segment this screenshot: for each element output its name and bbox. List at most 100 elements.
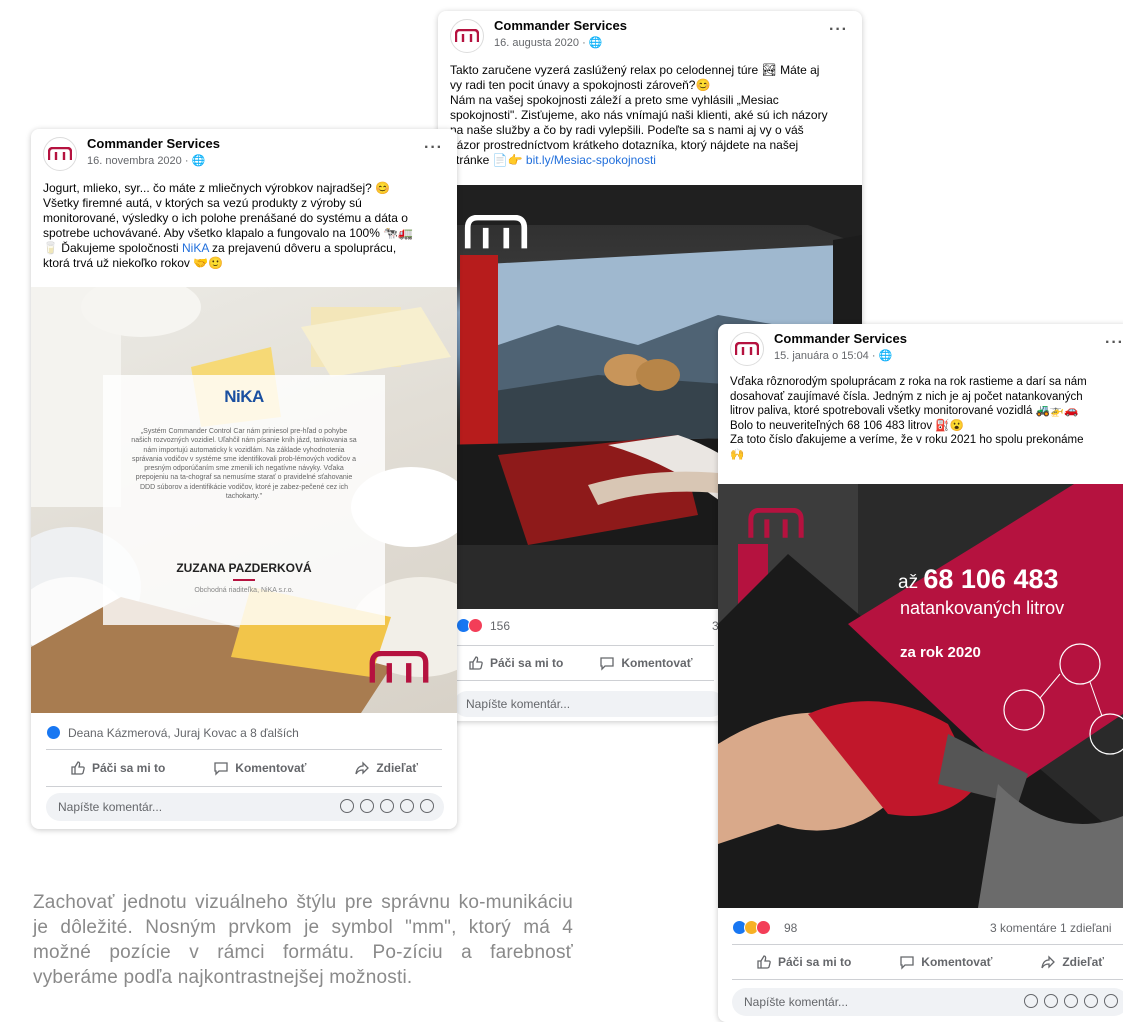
like-button[interactable]: Páči sa mi to xyxy=(756,954,851,970)
avatar-sticker-icon[interactable] xyxy=(420,799,434,813)
more-options-icon[interactable]: ··· xyxy=(1105,334,1123,352)
post-date[interactable]: 16. novembra 2020 · 🌐 xyxy=(87,154,205,167)
comment-label: Komentovať xyxy=(235,761,307,775)
emoji-icon[interactable] xyxy=(360,799,374,813)
page-avatar[interactable] xyxy=(43,137,77,171)
like-button[interactable]: Páči sa mi to xyxy=(70,760,165,776)
camera-icon[interactable] xyxy=(1064,994,1078,1008)
mm-logo-icon xyxy=(455,29,479,42)
testimonial-overlay: NiKA „Systém Commander Control Car nám p… xyxy=(103,375,385,625)
text-line: Bolo to neuveriteľných 68 106 483 litrov… xyxy=(730,419,965,432)
comment-button[interactable]: Komentovať xyxy=(599,655,692,671)
text-line: monitorované, výsledky o ich polohe pren… xyxy=(43,211,408,225)
text-line: na naše služby a čo by radi vylepšili. P… xyxy=(450,123,804,137)
globe-icon: 🌐 xyxy=(191,155,206,167)
sticker-icon[interactable] xyxy=(1024,994,1038,1008)
share-icon xyxy=(1041,955,1056,969)
text-line: Všetky firemné autá, v ktorých sa vezú p… xyxy=(43,196,362,210)
testimonial-role: Obchodná riaditeľka, NiKA s.r.o. xyxy=(194,587,294,594)
comment-placeholder: Napíšte komentár... xyxy=(466,697,571,711)
reactions-bar[interactable]: 98 3 komentáre 1 zdieľani xyxy=(718,914,1123,942)
post-photo[interactable]: NiKA „Systém Commander Control Car nám p… xyxy=(31,287,457,713)
text-line: Jogurt, mlieko, syr... čo máte z mliečny… xyxy=(43,181,391,195)
text-line: vy radi ten pocit únavy a spokojnosti zá… xyxy=(450,78,711,92)
comment-button[interactable]: Komentovať xyxy=(899,954,992,970)
mm-watermark-icon xyxy=(369,651,429,683)
comment-placeholder: Napíšte komentár... xyxy=(744,995,849,1009)
comment-tools xyxy=(340,799,434,813)
action-bar: Páči sa mi to Komentovať Zdieľať xyxy=(46,749,442,787)
globe-icon: 🌐 xyxy=(878,350,893,362)
post-text: Takto zaručene vyzerá zaslúžený relax po… xyxy=(438,63,862,168)
name-underline xyxy=(233,579,255,581)
comment-input[interactable]: Napíšte komentár... xyxy=(454,691,724,717)
post-header: Commander Services 15. januára o 15:04 ·… xyxy=(718,324,1123,370)
gif-icon[interactable] xyxy=(1084,994,1098,1008)
reaction-icons xyxy=(456,618,483,633)
camera-icon[interactable] xyxy=(380,799,394,813)
share-label: Zdieľať xyxy=(1062,955,1105,969)
comment-placeholder: Napíšte komentár... xyxy=(58,800,163,814)
emoji-icon[interactable] xyxy=(1044,994,1058,1008)
share-button[interactable]: Zdieľať xyxy=(354,760,418,776)
reactors-names[interactable]: Deana Kázmerová, Juraj Kovac a 8 ďalších xyxy=(68,726,299,740)
love-reaction-icon xyxy=(756,920,771,935)
share-label: Zdieľať xyxy=(376,761,419,775)
like-button[interactable]: Páči sa mi to xyxy=(468,655,563,671)
post-date[interactable]: 16. augusta 2020 · 🌐 xyxy=(494,36,603,49)
mm-watermark-icon xyxy=(464,215,528,249)
share-button[interactable]: Zdieľať xyxy=(1040,954,1104,970)
comment-icon xyxy=(214,762,228,776)
action-bar: Páči sa mi to Komentovať Zdieľať xyxy=(732,944,1123,980)
nika-mention-link[interactable]: NiKA xyxy=(182,241,209,255)
text-line: Takto zaručene vyzerá zaslúžený relax po… xyxy=(450,63,820,77)
avatar-sticker-icon[interactable] xyxy=(1104,994,1118,1008)
reactions-bar[interactable]: Deana Kázmerová, Juraj Kovac a 8 ďalších xyxy=(31,719,457,747)
comment-label: Komentovať xyxy=(921,955,993,969)
comments-shares[interactable]: 3 komentáre 1 zdieľani xyxy=(990,921,1112,935)
text-line: spokojnosti". Zisťujeme, ako nás vnímajú… xyxy=(450,108,828,122)
like-label: Páči sa mi to xyxy=(490,656,564,670)
comment-button[interactable]: Komentovať xyxy=(213,760,306,776)
gif-icon[interactable] xyxy=(400,799,414,813)
post-date[interactable]: 15. januára o 15:04 · 🌐 xyxy=(774,349,892,362)
author-name[interactable]: Commander Services xyxy=(87,136,220,151)
more-options-icon[interactable]: ··· xyxy=(424,139,443,157)
post-banner[interactable]: až 68 106 483 natankovaných litrov za ro… xyxy=(718,484,1123,908)
mm-logo-icon xyxy=(735,342,759,355)
survey-link[interactable]: bit.ly/Mesiac-spokojnosti xyxy=(526,153,656,167)
post-text: Jogurt, mlieko, syr... čo máte z mliečny… xyxy=(31,181,457,271)
banner-subline: natankovaných litrov xyxy=(900,598,1065,618)
text-line: Vďaka rôznorodým spoluprácam z roka na r… xyxy=(730,376,1087,388)
reaction-icons xyxy=(46,725,61,740)
text-line: 🙌 xyxy=(730,448,745,461)
comment-input[interactable]: Napíšte komentár... xyxy=(732,988,1123,1016)
style-description: Zachovať jednotu vizuálneho štýlu pre sp… xyxy=(33,892,573,988)
comment-icon xyxy=(600,657,615,671)
globe-icon: 🌐 xyxy=(588,37,603,49)
text-line: názor prostredníctvom krátkeho dotazníka… xyxy=(450,138,799,152)
love-reaction-icon xyxy=(468,618,483,633)
reaction-count: 156 xyxy=(490,619,511,633)
post-date-text: 15. januára o 15:04 · xyxy=(774,350,879,362)
author-name[interactable]: Commander Services xyxy=(494,18,627,33)
page-avatar[interactable] xyxy=(450,19,484,53)
thumbs-up-icon xyxy=(469,656,483,670)
comment-input[interactable]: Napíšte komentár... xyxy=(46,793,444,821)
more-options-icon[interactable]: ··· xyxy=(829,21,848,39)
testimonial-name: ZUZANA PAZDERKOVÁ xyxy=(176,561,312,575)
sticker-icon[interactable] xyxy=(340,799,354,813)
text-line: Za toto číslo ďakujeme a veríme, že v ro… xyxy=(730,434,1084,446)
banner-headline: až 68 106 483 xyxy=(898,564,1059,595)
thumbs-up-icon xyxy=(71,761,85,775)
post-card-right: Commander Services 15. januára o 15:04 ·… xyxy=(718,324,1123,1022)
post-header: Commander Services 16. novembra 2020 · 🌐… xyxy=(31,129,457,175)
post-text: Vďaka rôznorodým spoluprácam z roka na r… xyxy=(718,375,1123,462)
page-avatar[interactable] xyxy=(730,332,764,366)
comment-icon xyxy=(900,956,914,970)
text-line-start: stránke 📄👉 xyxy=(450,153,526,167)
comment-label: Komentovať xyxy=(621,656,693,670)
author-name[interactable]: Commander Services xyxy=(774,331,907,346)
fuel-pump-scene xyxy=(718,484,1123,908)
post-date-text: 16. novembra 2020 · xyxy=(87,155,192,167)
